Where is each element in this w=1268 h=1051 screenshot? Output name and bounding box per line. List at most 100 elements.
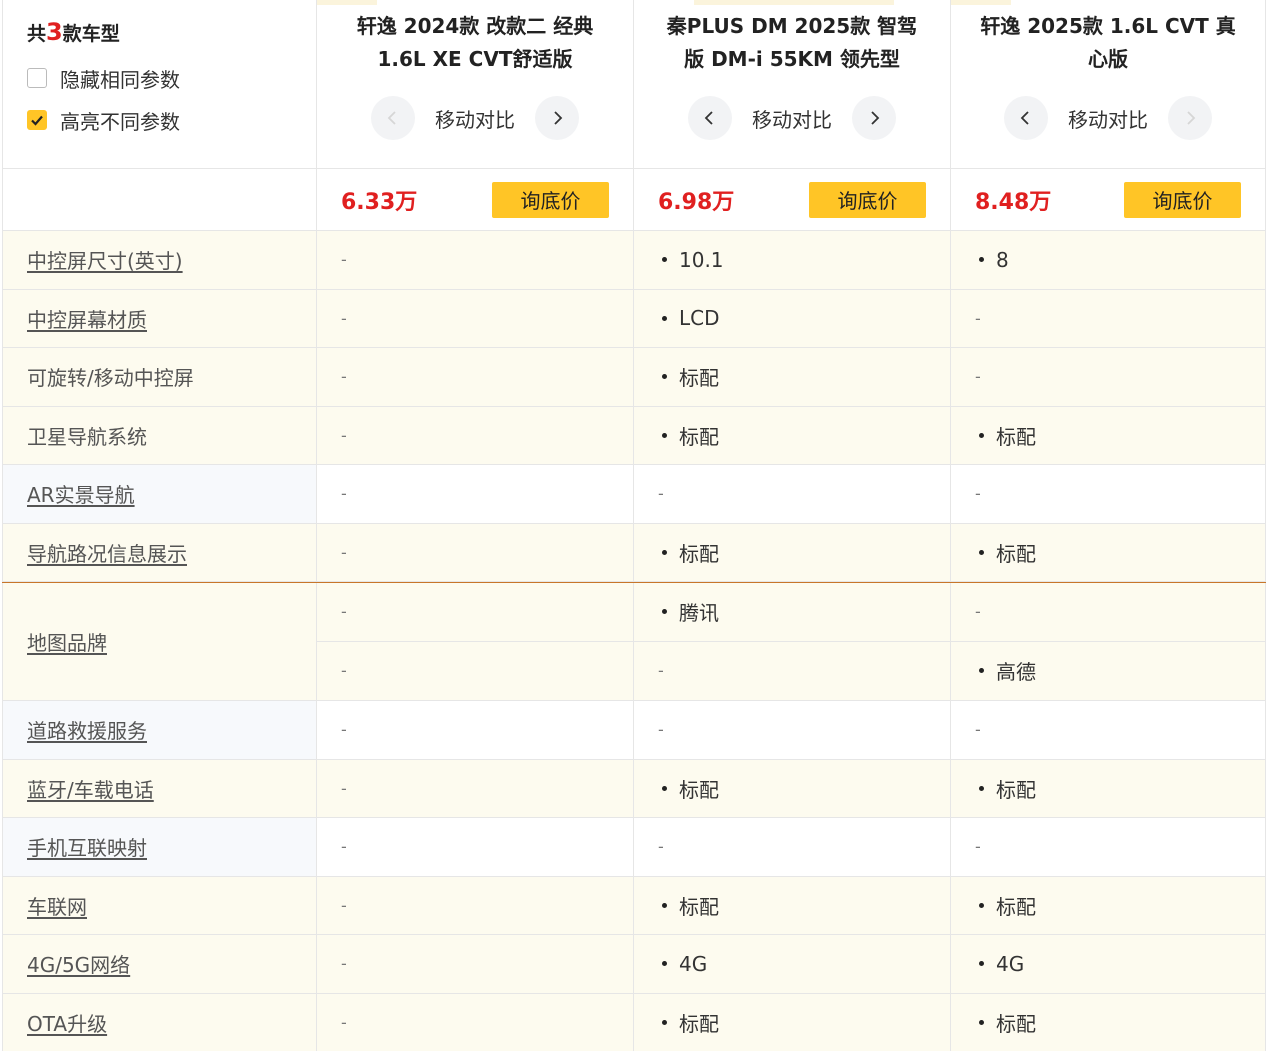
car-name[interactable]: 秦PLUS DM 2025款 智驾版 DM-i 55KM 领先型 [634, 0, 950, 86]
move-compare-label: 移动对比 [435, 107, 515, 132]
param-rows-bottom: 道路救援服务 - - - 蓝牙/车载电话 - 标配 标配 手机互联映射 - - - 车联网 - 标配 标配 4G… [2, 701, 1266, 1051]
param-value: 10.1 [658, 248, 724, 272]
move-right-button[interactable] [852, 96, 896, 140]
car-name[interactable]: 轩逸 2025款 1.6L CVT 真心版 [951, 0, 1265, 86]
param-label-cell: 道路救援服务 [2, 701, 317, 759]
param-value: 标配 [975, 538, 1036, 567]
param-value-text: 高德 [996, 660, 1036, 685]
price-row: 6.33万 询底价 6.98万 询底价 8.48万 询底价 [2, 169, 1266, 231]
param-value-text: 标配 [996, 1011, 1036, 1036]
bullet-icon [662, 315, 667, 321]
bullet-icon [979, 549, 984, 555]
param-value-cell: - [634, 818, 951, 876]
param-label[interactable]: AR实景导航 [27, 479, 135, 508]
hide-same-checkbox[interactable] [27, 68, 47, 88]
car-count-title: 共3款车型 [27, 18, 316, 52]
highlight-diff-option[interactable]: 高亮不同参数 [27, 104, 316, 136]
param-value-cell: - [951, 583, 1266, 641]
param-value-text: 标配 [679, 424, 719, 449]
price-cell: 6.98万 询底价 [634, 169, 951, 230]
param-label[interactable]: 4G/5G网络 [27, 949, 130, 978]
price-label-cell [2, 169, 317, 230]
top-strip [694, 0, 894, 5]
empty-value: - [341, 484, 347, 504]
param-label[interactable]: 地图品牌 [27, 627, 107, 656]
param-value-cell: - [951, 701, 1266, 759]
param-label-cell: 蓝牙/车载电话 [2, 759, 317, 817]
empty-value: - [341, 602, 347, 622]
param-value-cell: - [317, 289, 634, 347]
ask-price-button[interactable]: 询底价 [809, 181, 926, 218]
chevron-right-icon [1187, 111, 1196, 125]
move-right-button[interactable] [1168, 96, 1212, 140]
param-row: AR实景导航 - - - [2, 465, 1266, 524]
ask-price-button[interactable]: 询底价 [492, 181, 609, 218]
price: 6.33万 [341, 189, 418, 215]
param-value-cell: 4G [634, 935, 951, 993]
param-value-text: 标配 [996, 777, 1036, 802]
param-row-map-brand: 地图品牌 - 腾讯 - - - 高德 [2, 582, 1266, 701]
param-value-cell: - [951, 818, 1266, 876]
param-label-cell: 可旋转/移动中控屏 [2, 348, 317, 406]
param-value-cell: - [317, 348, 634, 406]
param-value: 标配 [975, 891, 1036, 920]
ask-price-button[interactable]: 询底价 [1124, 181, 1241, 218]
param-value-cell: - [317, 759, 634, 817]
param-value-cell: 标配 [951, 523, 1266, 581]
param-label-cell: 导航路况信息展示 [2, 523, 317, 581]
param-label[interactable]: 中控屏尺寸(英寸) [27, 245, 183, 274]
param-label[interactable]: 导航路况信息展示 [27, 538, 187, 567]
param-value: 高德 [975, 656, 1036, 685]
param-value-cell: 标配 [951, 993, 1266, 1051]
hide-same-option[interactable]: 隐藏相同参数 [27, 62, 316, 94]
chevron-left-icon [704, 111, 713, 125]
param-value: 8 [975, 248, 1009, 272]
move-left-button[interactable] [371, 96, 415, 140]
move-left-button[interactable] [688, 96, 732, 140]
bullet-icon [979, 1019, 984, 1025]
param-label[interactable]: 中控屏幕材质 [27, 304, 147, 333]
param-label[interactable]: 手机互联映射 [27, 832, 147, 861]
param-value: 标配 [658, 1008, 719, 1037]
move-right-button[interactable] [535, 96, 579, 140]
param-label[interactable]: 道路救援服务 [27, 715, 147, 744]
empty-value: - [975, 602, 981, 622]
empty-value: - [341, 661, 347, 681]
param-value-text: 标配 [996, 894, 1036, 919]
param-value: 标配 [975, 421, 1036, 450]
move-left-button[interactable] [1004, 96, 1048, 140]
param-value-text: 标配 [996, 424, 1036, 449]
param-value-cell: - [317, 876, 634, 934]
param-value-cell: 4G [951, 935, 1266, 993]
param-value-cell: 标配 [951, 759, 1266, 817]
param-value: 标配 [975, 1008, 1036, 1037]
param-value: 标配 [658, 891, 719, 920]
car-header-1: 轩逸 2024款 改款二 经典 1.6L XE CVT舒适版 移动对比 [317, 0, 634, 168]
car-header-3: 轩逸 2025款 1.6L CVT 真心版 移动对比 [951, 0, 1266, 168]
param-value-cell: - [951, 465, 1266, 523]
price-cell: 8.48万 询底价 [951, 169, 1266, 230]
empty-value: - [341, 367, 347, 387]
param-label[interactable]: OTA升级 [27, 1008, 107, 1037]
param-value-cell: - [317, 406, 634, 464]
map-brand-values: - 腾讯 - - - 高德 [317, 583, 1266, 700]
car-name[interactable]: 轩逸 2024款 改款二 经典 1.6L XE CVT舒适版 [317, 0, 633, 86]
param-value-cell: 标配 [951, 876, 1266, 934]
param-label[interactable]: 车联网 [27, 891, 87, 920]
param-value-cell: 标配 [634, 406, 951, 464]
bullet-icon [662, 549, 667, 555]
bullet-icon [662, 785, 667, 791]
empty-value: - [341, 837, 347, 857]
param-value-cell: - [317, 523, 634, 581]
param-value-cell: - [317, 993, 634, 1051]
param-value-cell: - [317, 641, 634, 700]
empty-value: - [341, 895, 347, 915]
param-value: 标配 [658, 362, 719, 391]
empty-value: - [975, 367, 981, 387]
check-icon [31, 115, 43, 126]
highlight-diff-checkbox[interactable] [27, 110, 47, 130]
param-label[interactable]: 蓝牙/车载电话 [27, 774, 154, 803]
bullet-icon [662, 374, 667, 380]
empty-value: - [658, 720, 664, 740]
param-label-cell: 4G/5G网络 [2, 935, 317, 993]
